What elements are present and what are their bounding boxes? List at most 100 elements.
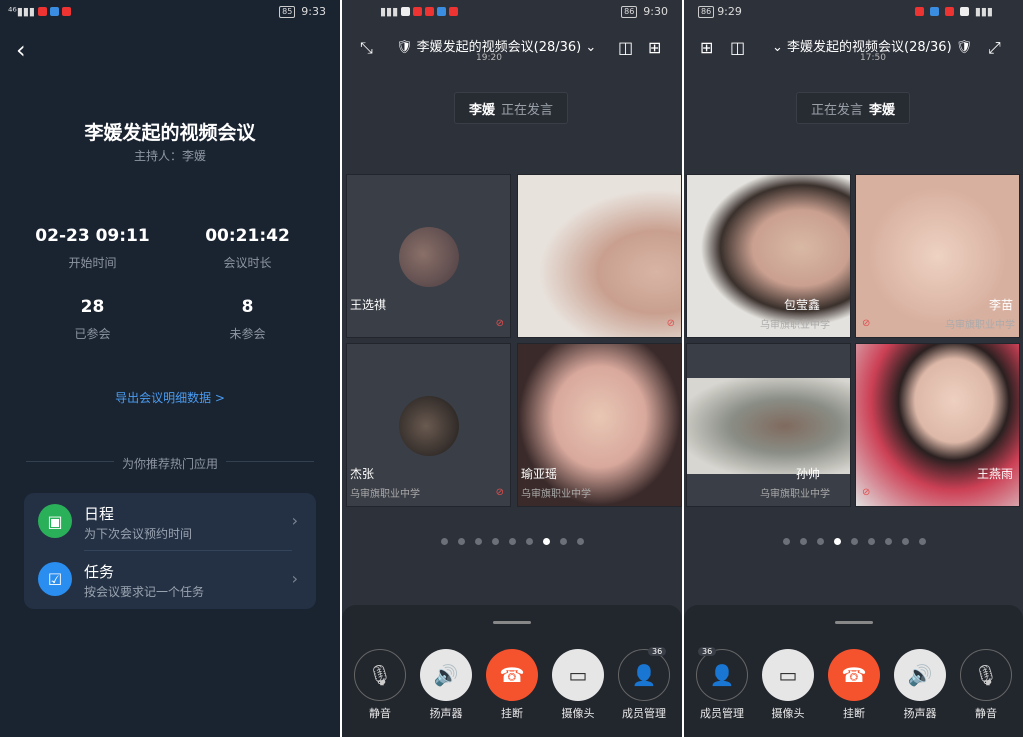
export-data-link[interactable]: 导出会议明细数据 >	[0, 389, 340, 406]
participant-tile[interactable]: 杰张 乌审旗职业中学 ⊘	[346, 343, 511, 507]
duration-value: 00:21:42	[205, 226, 290, 246]
participant-name: 王燕雨	[976, 467, 1013, 481]
participant-org: 乌审旗职业中学	[760, 320, 830, 331]
hangup-button[interactable]: ☎	[828, 649, 880, 701]
meeting-elapsed: 19:20	[476, 53, 502, 63]
speaker-button[interactable]: 🔊	[420, 649, 472, 701]
task-icon: ☑	[38, 562, 72, 596]
video-meeting-panel: ▮▮▮ 86 9:30 ⤡ 🛡 李媛发起的视频会议(28/36) ⌄ 19:20 …	[342, 0, 682, 737]
participant-tile[interactable]: 王燕雨 ⊘	[855, 343, 1020, 507]
switch-camera-icon[interactable]: ◫	[618, 38, 633, 57]
chevron-right-icon: ›	[291, 569, 298, 588]
speaker-label: 扬声器	[429, 707, 463, 720]
participant-tile[interactable]: 李苗 乌审旗职业中学 ⊘	[855, 174, 1020, 338]
app-item-schedule[interactable]: ▣ 日程 为下次会议预约时间 ›	[24, 493, 316, 551]
status-bar: ⁴⁶▮▮▮ 85 9:33	[0, 0, 340, 24]
recommend-heading: 为你推荐热门应用	[113, 457, 226, 471]
recommended-apps-card: ▣ 日程 为下次会议预约时间 › ☑ 任务 按会议要求记一个任务 ›	[24, 493, 316, 609]
app-item-task[interactable]: ☑ 任务 按会议要求记一个任务 ›	[24, 551, 316, 609]
participant-tile[interactable]: 包莹鑫 乌审旗职业中学	[686, 174, 851, 338]
mic-off-icon: ⊘	[666, 318, 675, 329]
participant-org: 乌审旗职业中学	[760, 489, 830, 500]
chevron-right-icon: ›	[291, 511, 298, 530]
avatar	[399, 396, 459, 456]
members-button[interactable]: 👤	[696, 649, 748, 701]
hangup-button[interactable]: ☎	[486, 649, 538, 701]
participant-name: 包莹鑫	[783, 298, 820, 312]
control-bar: 👤 36 成员管理 ▭ 摄像头 ☎ 挂断 🔊 扬声器 🎙 静音	[684, 605, 1023, 737]
members-button[interactable]: 👤	[618, 649, 670, 701]
chevron-down-icon: ⌄	[772, 40, 783, 55]
participant-tile[interactable]: 孙帅 乌审旗职业中学	[686, 343, 851, 507]
members-label: 成员管理	[700, 707, 744, 720]
battery-indicator: 86	[698, 5, 715, 18]
app-subtitle: 按会议要求记一个任务	[84, 585, 205, 599]
camera-label: 摄像头	[561, 707, 595, 720]
avatar	[399, 227, 459, 287]
participant-org: 乌审旗职业中学	[350, 489, 420, 500]
switch-camera-icon[interactable]: ◫	[730, 38, 745, 57]
mute-button[interactable]: 🎙	[354, 649, 406, 701]
clock: 9:30	[643, 5, 668, 18]
drag-handle[interactable]	[493, 621, 531, 624]
member-count-badge: 36	[648, 647, 667, 656]
calendar-icon: ▣	[38, 504, 72, 538]
minimize-icon[interactable]: ⤡	[360, 38, 373, 58]
app-title: 任务	[84, 563, 115, 581]
participant-name: 孙帅	[795, 467, 820, 481]
back-icon[interactable]: ‹	[16, 36, 26, 64]
participant-tile[interactable]: 王选祺 ⊘	[346, 174, 511, 338]
meeting-host: 主持人：李媛	[133, 149, 206, 163]
battery-indicator: 86	[621, 5, 638, 18]
hangup-label: 挂断	[501, 707, 523, 720]
speaker-button[interactable]: 🔊	[894, 649, 946, 701]
minimize-icon[interactable]: ⤢	[988, 38, 1001, 58]
participant-org: 乌审旗职业中学	[521, 489, 591, 500]
meeting-title: 李媛发起的视频会议	[84, 122, 256, 144]
participant-tile[interactable]: ⊘	[517, 174, 682, 338]
battery-indicator: 85	[279, 5, 296, 18]
signal-icon: ▮▮▮	[974, 5, 993, 18]
page-indicator[interactable]	[441, 538, 584, 545]
speaking-indicator: 正在发言 李媛	[796, 92, 911, 124]
grid-view-icon[interactable]: ⊞	[648, 38, 661, 57]
absent-count: 8	[241, 297, 254, 317]
page-indicator[interactable]	[783, 538, 926, 545]
status-bar: ▮▮▮ 86 9:30	[342, 0, 682, 24]
status-bar: 86 9:29 ▮▮▮	[684, 0, 1023, 24]
mic-off-icon: ⊘	[862, 487, 871, 498]
participant-name: 杰张	[350, 467, 375, 481]
meeting-elapsed: 17:50	[860, 53, 886, 63]
signal-icon: ⁴⁶▮▮▮	[8, 5, 35, 18]
control-bar: 🎙 静音 🔊 扬声器 ☎ 挂断 ▭ 摄像头 👤 36 成员管理	[342, 605, 682, 737]
camera-button[interactable]: ▭	[762, 649, 814, 701]
clock: 9:33	[301, 5, 326, 18]
participant-name: 王选祺	[350, 298, 387, 312]
app-subtitle: 为下次会议预约时间	[84, 527, 193, 541]
signal-icon: ▮▮▮	[380, 5, 399, 18]
grid-view-icon[interactable]: ⊞	[700, 38, 713, 57]
mic-off-icon: ⊘	[495, 487, 504, 498]
app-title: 日程	[84, 505, 115, 523]
speaker-label: 扬声器	[903, 707, 937, 720]
mute-label: 静音	[369, 707, 391, 720]
participant-tile[interactable]: 瑜亚瑶 乌审旗职业中学	[517, 343, 682, 507]
video-meeting-panel-mirrored: 86 9:29 ▮▮▮ ⊞ ◫ ⌄ 李媛发起的视频会议(28/36) 🛡 17:5…	[684, 0, 1023, 737]
speaking-indicator: 李媛 正在发言	[454, 92, 569, 124]
duration-label: 会议时长	[223, 256, 272, 270]
meeting-summary-panel: ⁴⁶▮▮▮ 85 9:33 ‹ 李媛发起的视频会议 主持人：李媛 02-23 09…	[0, 0, 340, 737]
participant-org: 乌审旗职业中学	[945, 320, 1015, 331]
clock: 9:29	[717, 5, 742, 18]
participant-name: 李苗	[988, 298, 1013, 312]
camera-button[interactable]: ▭	[552, 649, 604, 701]
member-count-badge: 36	[698, 647, 717, 656]
mute-button[interactable]: 🎙	[960, 649, 1012, 701]
members-label: 成员管理	[622, 707, 666, 720]
chevron-down-icon: ⌄	[585, 40, 597, 55]
mic-off-icon: ⊘	[862, 318, 871, 329]
participant-name: 瑜亚瑶	[521, 467, 558, 481]
mic-off-icon: ⊘	[495, 318, 504, 329]
hangup-label: 挂断	[843, 707, 865, 720]
absent-label: 未参会	[229, 327, 266, 341]
drag-handle[interactable]	[834, 621, 873, 624]
